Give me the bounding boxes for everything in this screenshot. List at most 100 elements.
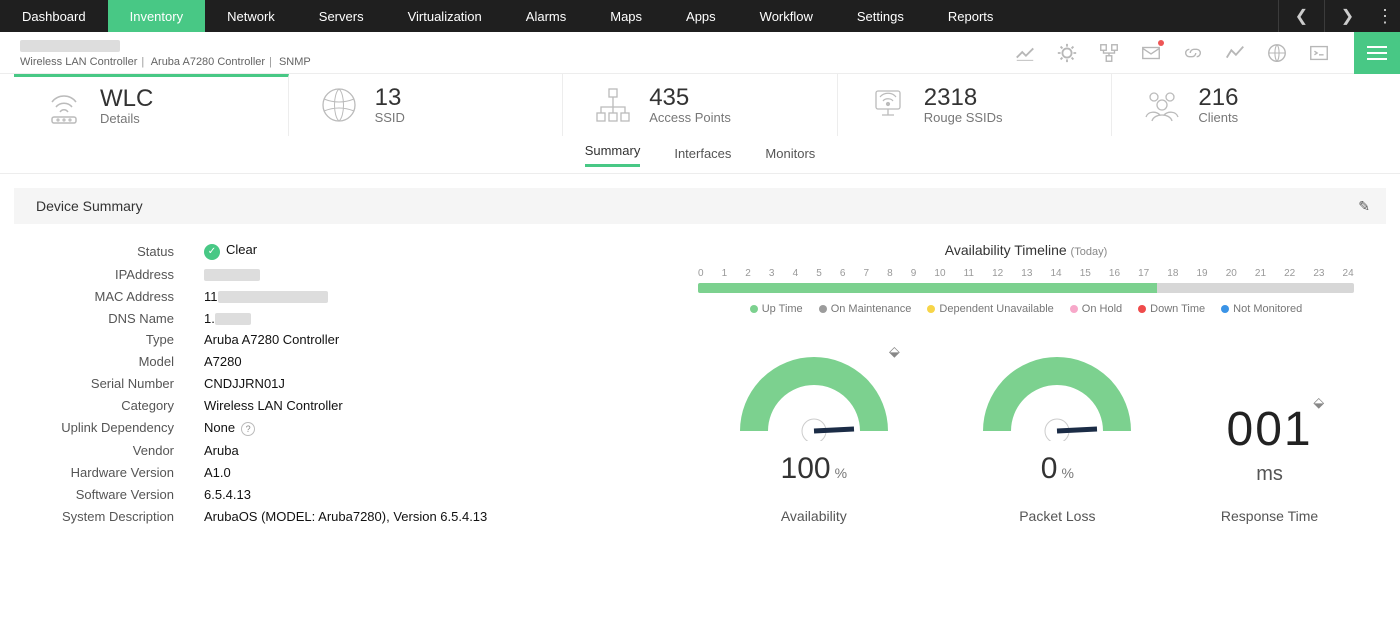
- panel-title: Device Summary: [36, 198, 143, 214]
- gauge-availability: ⬙ 100% Availability: [734, 351, 894, 524]
- nav-virtualization[interactable]: Virtualization: [386, 0, 504, 32]
- stat-rogue-label: Rouge SSIDs: [924, 110, 1003, 125]
- content: Status ✓Clear IPAddress MAC Address 11 D…: [0, 224, 1400, 534]
- value-uplink: None?: [204, 420, 692, 436]
- nav-dashboard[interactable]: Dashboard: [0, 0, 108, 32]
- nav-inventory[interactable]: Inventory: [108, 0, 205, 32]
- status-check-icon: ✓: [204, 244, 220, 260]
- nav-alarms[interactable]: Alarms: [504, 0, 588, 32]
- nav-settings[interactable]: Settings: [835, 0, 926, 32]
- value-model: A7280: [204, 354, 692, 369]
- label-serial: Serial Number: [24, 376, 174, 391]
- gauge-resp-value: 001: [1221, 402, 1318, 457]
- alarm-icon[interactable]: [1056, 42, 1078, 64]
- legend-item: Not Monitored: [1221, 303, 1302, 315]
- hamburger-icon[interactable]: [1354, 32, 1400, 74]
- label-status: Status: [24, 244, 174, 259]
- label-sw: Software Version: [24, 487, 174, 502]
- ap-icon: [593, 85, 633, 125]
- clients-icon: [1142, 85, 1182, 125]
- device-details: Status ✓Clear IPAddress MAC Address 11 D…: [24, 242, 692, 524]
- stat-ap-value: 435: [649, 86, 731, 110]
- timeline-bar: [698, 283, 1354, 293]
- crumb-model: Aruba A7280 Controller: [151, 56, 265, 68]
- nav-apps[interactable]: Apps: [664, 0, 738, 32]
- gauge-options-icon[interactable]: ⬙: [889, 343, 900, 360]
- nav-workflow[interactable]: Workflow: [738, 0, 835, 32]
- avail-title: Availability Timeline (Today): [692, 242, 1360, 258]
- gauge-row: ⬙ 100% Availability 0% Packet Loss ⬙ 001…: [692, 351, 1360, 524]
- chart-icon[interactable]: [1014, 42, 1036, 64]
- tab-interfaces[interactable]: Interfaces: [674, 146, 731, 167]
- value-dns: 1.: [204, 311, 692, 326]
- stat-ap-label: Access Points: [649, 110, 731, 125]
- help-icon[interactable]: ?: [241, 422, 255, 436]
- stat-rogue[interactable]: 2318Rouge SSIDs: [838, 74, 1113, 136]
- legend-item: On Maintenance: [819, 303, 912, 315]
- gauge-resp-label: Response Time: [1221, 508, 1318, 524]
- legend-item: Down Time: [1138, 303, 1205, 315]
- mail-icon[interactable]: [1140, 42, 1162, 64]
- availability-section: Availability Timeline (Today) 0123456789…: [692, 242, 1360, 524]
- tab-monitors[interactable]: Monitors: [765, 146, 815, 167]
- nav-maps[interactable]: Maps: [588, 0, 664, 32]
- legend-item: Dependent Unavailable: [927, 303, 1053, 315]
- topology-icon[interactable]: [1098, 42, 1120, 64]
- gauge-response: ⬙ 001 ms Response Time: [1221, 402, 1318, 524]
- rogue-icon: [868, 85, 908, 125]
- value-hw: A1.0: [204, 465, 692, 480]
- label-sysdesc: System Description: [24, 509, 174, 524]
- value-sysdesc: ArubaOS (MODEL: Aruba7280), Version 6.5.…: [204, 509, 692, 524]
- nav-more-icon[interactable]: ⋮: [1370, 0, 1400, 32]
- value-vendor: Aruba: [204, 443, 692, 458]
- nav-network[interactable]: Network: [205, 0, 297, 32]
- value-serial: CNDJJRN01J: [204, 376, 692, 391]
- gauge-avail-value: 100%: [734, 452, 894, 486]
- stat-clients-label: Clients: [1198, 110, 1238, 125]
- stat-wlc-sub: Details: [100, 111, 153, 126]
- value-sw: 6.5.4.13: [204, 487, 692, 502]
- detail-tabs: Summary Interfaces Monitors: [0, 140, 1400, 174]
- value-category: Wireless LAN Controller: [204, 398, 692, 413]
- stat-ssid-label: SSID: [375, 110, 405, 125]
- gauge-options-icon-2[interactable]: ⬙: [1313, 394, 1324, 411]
- nav-prev-icon[interactable]: ❮: [1278, 0, 1324, 32]
- panel-header: Device Summary ✎: [14, 188, 1386, 224]
- label-hw: Hardware Version: [24, 465, 174, 480]
- gauge-avail-label: Availability: [734, 508, 894, 524]
- label-category: Category: [24, 398, 174, 413]
- breadcrumb: Wireless LAN Controller| Aruba A7280 Con…: [20, 56, 311, 68]
- stat-clients-value: 216: [1198, 86, 1238, 110]
- nav-reports[interactable]: Reports: [926, 0, 1016, 32]
- globe-icon[interactable]: [1266, 42, 1288, 64]
- ssid-icon: [319, 85, 359, 125]
- value-type: Aruba A7280 Controller: [204, 332, 692, 347]
- terminal-icon[interactable]: [1308, 42, 1330, 64]
- top-nav: Dashboard Inventory Network Servers Virt…: [0, 0, 1400, 32]
- nav-servers[interactable]: Servers: [297, 0, 386, 32]
- subheader: Wireless LAN Controller| Aruba A7280 Con…: [0, 32, 1400, 74]
- stat-wlc[interactable]: WLCDetails: [14, 74, 289, 136]
- tab-summary[interactable]: Summary: [585, 143, 641, 167]
- gauge-pl-value: 0%: [977, 452, 1137, 486]
- trend-icon[interactable]: [1224, 42, 1246, 64]
- label-ip: IPAddress: [24, 267, 174, 282]
- legend-item: On Hold: [1070, 303, 1122, 315]
- stat-row: WLCDetails 13SSID 435Access Points 2318R…: [0, 74, 1400, 136]
- timeline-hours: 0123456789101112131415161718192021222324: [692, 268, 1360, 279]
- stat-ssid[interactable]: 13SSID: [289, 74, 564, 136]
- edit-icon[interactable]: ✎: [1358, 198, 1370, 215]
- label-type: Type: [24, 332, 174, 347]
- stat-ap[interactable]: 435Access Points: [563, 74, 838, 136]
- link-icon[interactable]: [1182, 42, 1204, 64]
- wlc-icon: [44, 87, 84, 127]
- stat-wlc-title: WLC: [100, 87, 153, 111]
- label-model: Model: [24, 354, 174, 369]
- gauge-packetloss: 0% Packet Loss: [977, 351, 1137, 524]
- nav-next-icon[interactable]: ❯: [1324, 0, 1370, 32]
- stat-ssid-value: 13: [375, 86, 405, 110]
- value-mac: 11: [204, 289, 692, 304]
- label-vendor: Vendor: [24, 443, 174, 458]
- label-dns: DNS Name: [24, 311, 174, 326]
- stat-clients[interactable]: 216Clients: [1112, 74, 1386, 136]
